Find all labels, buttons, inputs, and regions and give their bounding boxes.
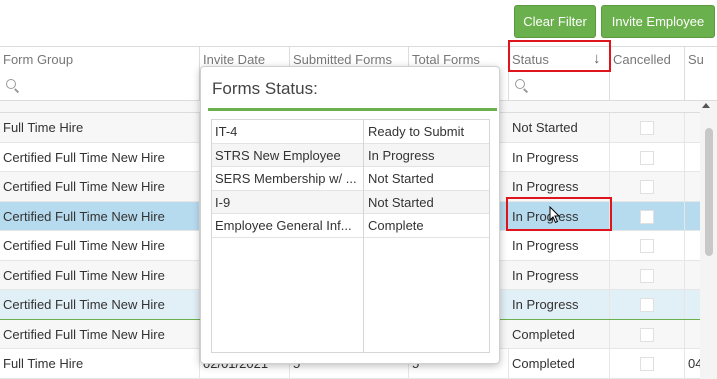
cancelled-checkbox[interactable] <box>640 239 654 253</box>
cell-form-group: Certified Full Time New Hire <box>0 201 200 230</box>
cell-form-group: Full Time Hire <box>0 113 200 142</box>
cell-form-group: Certified Full Time New Hire <box>0 172 200 201</box>
form-status: Complete <box>368 218 424 233</box>
cancelled-checkbox[interactable] <box>640 150 654 165</box>
form-name: STRS New Employee <box>215 147 341 163</box>
cell-form-group: Certified Full Time New Hire <box>0 231 200 260</box>
filter-cancelled[interactable] <box>610 73 685 101</box>
form-name: Employee General Inf... <box>215 218 352 233</box>
column-header-cancelled[interactable]: Cancelled <box>610 47 685 73</box>
form-status: Ready to Submit <box>368 124 465 139</box>
invite-employee-button[interactable]: Invite Employee <box>601 5 715 38</box>
cell-status[interactable]: In Progress <box>509 260 610 289</box>
cell-status[interactable]: Not Started <box>509 113 610 142</box>
cancelled-checkbox[interactable] <box>640 268 654 283</box>
cancelled-checkbox[interactable] <box>640 180 654 194</box>
list-item: Employee General Inf... Complete <box>212 214 489 238</box>
form-name: IT-4 <box>215 124 238 139</box>
search-icon <box>515 79 525 89</box>
search-icon <box>6 79 16 89</box>
cancelled-checkbox[interactable] <box>640 357 654 371</box>
cell-status[interactable]: In Progress <box>509 231 610 260</box>
cell-status[interactable]: In Progress <box>509 172 610 201</box>
column-divider <box>363 120 364 352</box>
mouse-pointer-icon <box>549 206 561 224</box>
cancelled-checkbox[interactable] <box>640 298 654 312</box>
filter-su[interactable] <box>685 73 717 101</box>
popup-divider <box>208 108 497 111</box>
cell-form-group: Certified Full Time New Hire <box>0 260 200 289</box>
popup-title: Forms Status: <box>212 79 318 98</box>
clear-filter-button[interactable]: Clear Filter <box>514 5 596 38</box>
form-status: Not Started <box>368 194 434 210</box>
list-item: I-9 Not Started <box>212 190 489 214</box>
filter-form-group[interactable] <box>0 73 200 101</box>
column-header-status[interactable]: Status ↓ <box>509 47 610 73</box>
cell-form-group: Certified Full Time New Hire <box>0 319 200 348</box>
form-name: I-9 <box>215 194 231 210</box>
form-name: SERS Membership w/ ... <box>215 171 357 186</box>
form-status: Not Started <box>368 171 434 186</box>
cell-su: 04 <box>688 356 700 371</box>
cell-status[interactable]: In Progress <box>509 290 610 319</box>
cancelled-checkbox[interactable] <box>640 121 654 135</box>
list-item: SERS Membership w/ ... Not Started <box>212 167 489 191</box>
cell-status[interactable]: In Progress <box>509 142 610 171</box>
list-item: IT-4 Ready to Submit <box>212 120 489 144</box>
column-header-form-group[interactable]: Form Group <box>0 47 200 73</box>
scroll-up-arrow-icon[interactable] <box>702 103 710 108</box>
status-header-label: Status <box>512 52 549 67</box>
column-header-su[interactable]: Su <box>685 47 717 73</box>
cell-status[interactable]: Completed <box>509 319 610 348</box>
cell-status[interactable]: Completed <box>509 349 610 378</box>
cancelled-checkbox[interactable] <box>640 327 654 342</box>
cell-form-group: Certified Full Time New Hire <box>0 290 200 319</box>
form-status: In Progress <box>368 147 435 163</box>
filter-status[interactable] <box>509 73 610 101</box>
cell-form-group: Certified Full Time New Hire <box>0 142 200 171</box>
scrollbar-thumb[interactable] <box>705 128 713 256</box>
sort-descending-icon[interactable]: ↓ <box>593 50 601 67</box>
cell-form-group: Full Time Hire <box>0 349 200 378</box>
list-item: STRS New Employee In Progress <box>212 143 489 167</box>
forms-status-popup: Forms Status: IT-4 Ready to Submit STRS … <box>200 66 500 364</box>
forms-status-table: IT-4 Ready to Submit STRS New Employee I… <box>211 119 490 353</box>
cancelled-checkbox[interactable] <box>640 209 654 224</box>
